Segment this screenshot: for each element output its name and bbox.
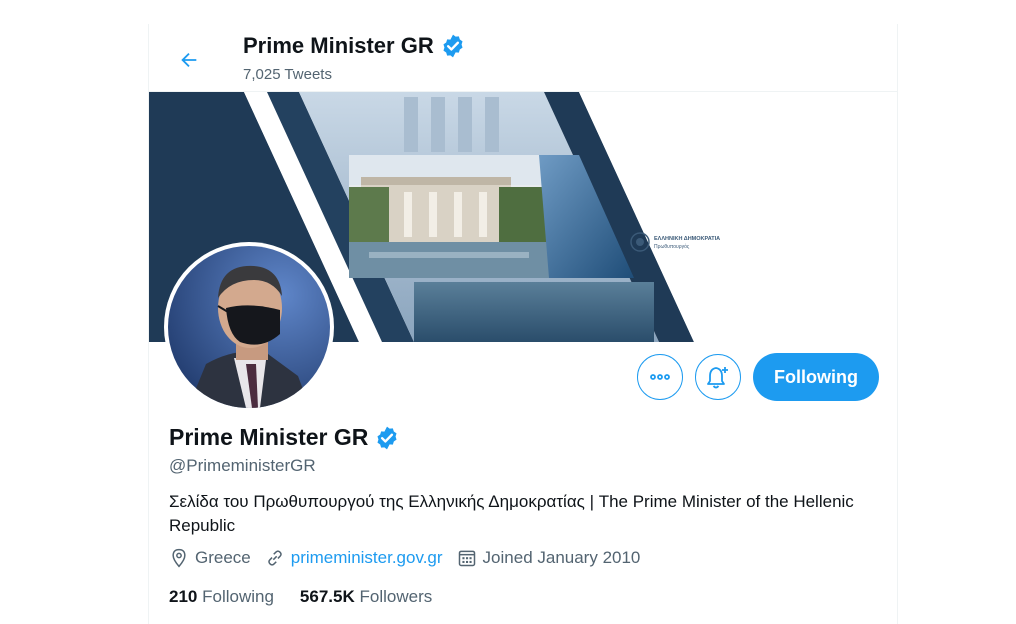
link-icon — [267, 550, 282, 566]
avatar[interactable] — [164, 242, 334, 412]
profile-actions: Following — [637, 353, 879, 401]
page-title: Prime Minister GR — [243, 33, 466, 59]
follow-stats: 210 Following 567.5K Followers — [169, 587, 432, 607]
profile-name-text: Prime Minister GR — [169, 424, 369, 450]
following-button[interactable]: Following — [753, 353, 879, 401]
calendar-icon — [458, 550, 475, 567]
back-arrow-icon — [181, 52, 197, 68]
location-icon — [172, 548, 186, 568]
banner-emblem-line1: ΕΛΛΗΝΙΚΗ ΔΗΜΟΚΡΑΤΙΑ — [654, 236, 720, 242]
join-date-text: Joined January 2010 — [482, 548, 641, 567]
notification-bell-icon — [707, 367, 728, 389]
more-icon — [650, 374, 670, 380]
notifications-button[interactable] — [695, 354, 741, 400]
verified-badge-icon — [440, 33, 466, 59]
back-button[interactable] — [171, 42, 207, 78]
following-stat[interactable]: 210 Following — [169, 587, 274, 607]
join-date: Joined January 2010 — [457, 548, 641, 568]
followers-label: Followers — [359, 587, 433, 606]
banner-emblem-line2: Πρωθυπουργός — [654, 243, 690, 250]
profile-handle: @PrimeministerGR — [169, 456, 316, 475]
page-title-text: Prime Minister GR — [243, 33, 434, 58]
profile-meta: Greece primeminister.gov.gr Joined Janua… — [169, 548, 654, 568]
followers-count: 567.5K — [299, 587, 355, 606]
profile-top-bar: Prime Minister GR 7,025 Tweets — [149, 24, 897, 92]
followers-stat[interactable]: 567.5K Followers — [300, 587, 432, 607]
following-label: Following — [202, 587, 274, 606]
more-button[interactable] — [637, 354, 683, 400]
profile-bio: Σελίδα του Πρωθυπουργού της Ελληνικής Δη… — [169, 492, 854, 535]
following-count: 210 — [169, 587, 198, 606]
profile-name: Prime Minister GR — [169, 424, 400, 451]
location-text: Greece — [195, 548, 251, 567]
verified-badge-icon — [374, 425, 400, 451]
avatar-photo — [168, 246, 330, 408]
profile-column: Prime Minister GR 7,025 Tweets ΕΛΛΗΝΙΚΗ … — [148, 24, 898, 624]
website: primeminister.gov.gr — [265, 548, 443, 568]
website-link[interactable]: primeminister.gov.gr — [291, 548, 443, 568]
location: Greece — [169, 548, 251, 568]
tweet-count: 7,025 Tweets — [243, 66, 332, 83]
